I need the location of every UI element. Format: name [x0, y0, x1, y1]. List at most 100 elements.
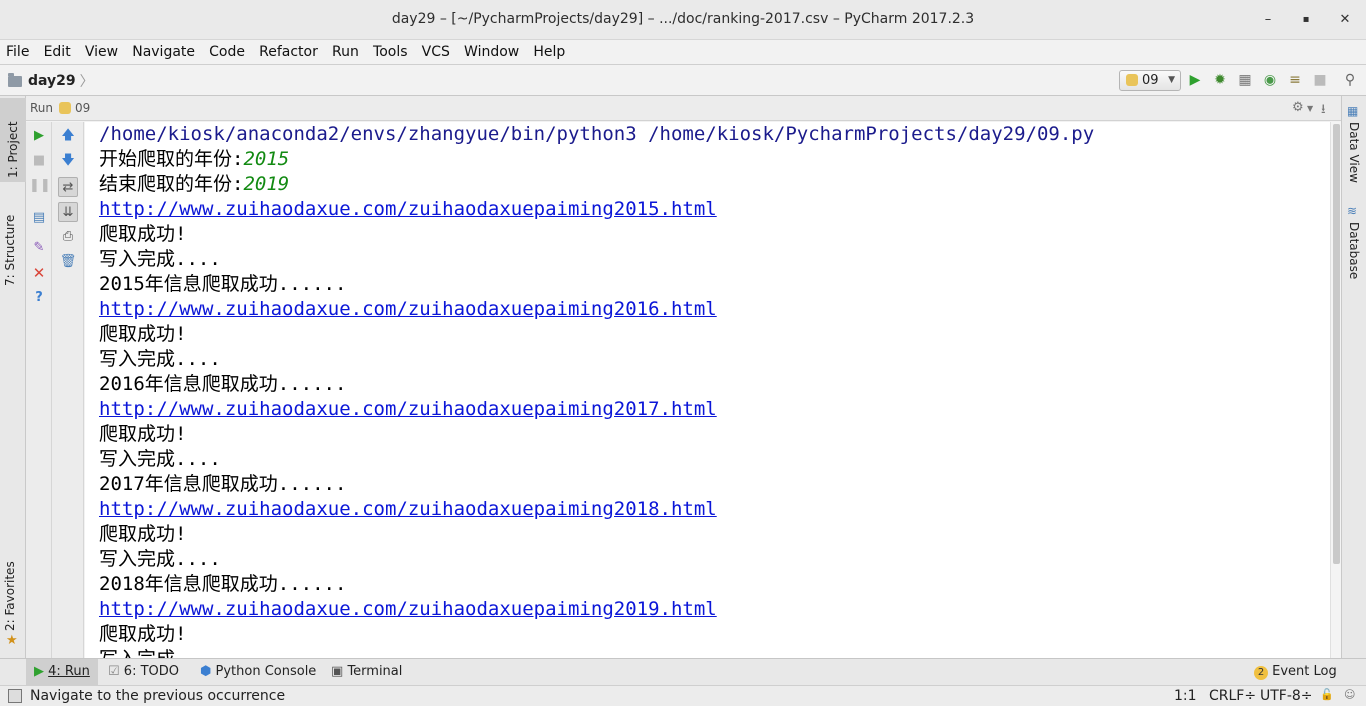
stop-icon[interactable]: ■ [29, 151, 49, 171]
console-scrollbar[interactable] [1330, 122, 1341, 658]
python-icon: ⬢ [200, 664, 212, 679]
user-input-value: 2015 [243, 148, 290, 170]
clear-all-icon[interactable]: 🗑 [58, 252, 78, 272]
pin-tab-icon[interactable]: ✎ [29, 238, 49, 258]
console-line: 写入完成.... [99, 248, 221, 270]
line-separator-select[interactable]: CRLF÷ [1209, 688, 1256, 704]
lock-icon[interactable]: 🔓 [1320, 688, 1334, 701]
star-icon: ★ [6, 633, 18, 648]
help-icon[interactable]: ? [29, 288, 49, 308]
status-message: Navigate to the previous occurrence [30, 688, 286, 704]
navigation-bar: day29 〉 09 ▼ [0, 65, 1366, 96]
tab-data-view[interactable]: Data View [1347, 122, 1361, 183]
inspector-icon[interactable]: ☺ [1344, 688, 1355, 701]
search-icon[interactable]: ⚲ [1340, 70, 1360, 90]
python-file-icon [1126, 74, 1138, 86]
console-line: 爬取成功! [99, 523, 187, 545]
console-line: 2016年信息爬取成功...... [99, 373, 347, 395]
console-line: 写入完成.... [99, 448, 221, 470]
down-arrow-icon[interactable]: 🡇 [58, 151, 78, 171]
print-icon[interactable]: ⎙ [58, 227, 78, 247]
scrollbar-thumb[interactable] [1333, 124, 1340, 564]
console-line: 2015年信息爬取成功...... [99, 273, 347, 295]
scroll-to-end-icon[interactable]: ⇊ [58, 202, 78, 222]
tab-todo[interactable]: ☑ 6: TODO [100, 659, 187, 685]
console-command-line: /home/kiosk/anaconda2/envs/zhangyue/bin/… [99, 123, 1095, 145]
tab-python-console[interactable]: ⬢ Python Console [192, 659, 324, 685]
menu-navigate[interactable]: Navigate [132, 40, 195, 65]
tab-structure[interactable]: 7: Structure [3, 196, 17, 286]
tab-terminal[interactable]: ▣ Terminal [323, 659, 410, 685]
close-run-icon[interactable]: ✕ [29, 263, 49, 283]
close-button[interactable]: ✕ [1335, 10, 1355, 30]
console-url-link[interactable]: http://www.zuihaodaxue.com/zuihaodaxuepa… [99, 497, 717, 522]
rerun-icon[interactable]: ▶ [29, 126, 49, 146]
python-file-icon [59, 102, 72, 114]
coverage-icon[interactable]: ▦ [1235, 70, 1255, 90]
data-view-icon: ▦ [1347, 104, 1359, 118]
concurrency-icon[interactable]: ≡ [1285, 70, 1305, 90]
user-input-value: 2019 [243, 173, 290, 195]
pause-icon[interactable]: ❚❚ [29, 176, 51, 196]
console-line: 爬取成功! [99, 623, 187, 645]
breadcrumb-separator-icon: 〉 [79, 74, 94, 90]
console-url-link[interactable]: http://www.zuihaodaxue.com/zuihaodaxuepa… [99, 597, 717, 622]
run-icon: ▶ [34, 664, 44, 679]
maximize-button[interactable]: ▪ [1296, 10, 1316, 30]
right-tool-strip: ▦ Data View ≋ Database [1341, 96, 1366, 658]
encoding-select[interactable]: UTF-8÷ [1260, 688, 1313, 704]
menu-refactor[interactable]: Refactor [259, 40, 318, 65]
run-configuration-select[interactable]: 09 ▼ [1119, 70, 1181, 91]
console-line: 结束爬取的年份:2019 [99, 173, 290, 195]
restore-layout-icon[interactable]: ▤ [29, 208, 49, 228]
console-line: 2018年信息爬取成功...... [99, 573, 347, 595]
caret-position[interactable]: 1:1 [1174, 688, 1197, 704]
run-icon[interactable]: ▶ [1185, 70, 1205, 90]
console-line: 爬取成功! [99, 423, 187, 445]
tab-event-log[interactable]: 2 Event Log [1246, 659, 1345, 685]
console-url-link[interactable]: http://www.zuihaodaxue.com/zuihaodaxuepa… [99, 197, 717, 222]
menu-code[interactable]: Code [209, 40, 245, 65]
tab-project[interactable]: 1: Project [0, 98, 26, 182]
soft-wrap-icon[interactable]: ⇄ [58, 177, 78, 197]
bottom-tool-tabs: ▶ 4: Run ☑ 6: TODO ⬢ Python Console ▣ Te… [0, 658, 1366, 685]
console-url-link[interactable]: http://www.zuihaodaxue.com/zuihaodaxuepa… [99, 397, 717, 422]
menu-bar: File Edit View Navigate Code Refactor Ru… [0, 40, 1366, 65]
menu-view[interactable]: View [85, 40, 118, 65]
menu-vcs[interactable]: VCS [422, 40, 450, 65]
terminal-icon: ▣ [331, 664, 344, 679]
window-titlebar: day29 – [~/PycharmProjects/day29] – .../… [0, 0, 1366, 40]
stop-icon[interactable]: ■ [1310, 70, 1330, 90]
tab-run[interactable]: ▶ 4: Run [26, 659, 98, 685]
profile-icon[interactable]: ◉ [1260, 70, 1280, 90]
menu-window[interactable]: Window [464, 40, 519, 65]
menu-run[interactable]: Run [332, 40, 359, 65]
menu-help[interactable]: Help [533, 40, 565, 65]
console-line: 2017年信息爬取成功...... [99, 473, 347, 495]
console-toolbar: 🡅 🡇 ⇄ ⇊ ⎙ 🗑 [52, 122, 84, 658]
menu-file[interactable]: File [6, 40, 29, 65]
tab-database[interactable]: Database [1347, 222, 1361, 279]
menu-edit[interactable]: Edit [44, 40, 71, 65]
breadcrumb[interactable]: day29 〉 [8, 71, 94, 91]
run-configuration-value: 09 [1142, 73, 1159, 88]
debug-icon[interactable]: ✹ [1210, 70, 1230, 90]
minimize-button[interactable]: – [1258, 10, 1278, 30]
menu-tools[interactable]: Tools [373, 40, 408, 65]
hide-panel-icon[interactable]: ⭳ [1321, 100, 1326, 122]
run-panel-header: Run 09 ⚙ ▼ ⭳ [26, 96, 1341, 121]
window-title: day29 – [~/PycharmProjects/day29] – .../… [391, 11, 975, 27]
status-bar: Navigate to the previous occurrence 1:1 … [0, 685, 1366, 706]
console-line: 爬取成功! [99, 323, 187, 345]
console-line: 开始爬取的年份:2015 [99, 148, 290, 170]
console-output[interactable]: /home/kiosk/anaconda2/envs/zhangyue/bin/… [85, 122, 1330, 658]
settings-gear-icon[interactable]: ⚙ [1292, 100, 1304, 115]
console-line: 写入完成.... [99, 548, 221, 570]
up-arrow-icon[interactable]: 🡅 [58, 126, 78, 146]
tool-windows-icon[interactable] [8, 689, 22, 703]
console-url-link[interactable]: http://www.zuihaodaxue.com/zuihaodaxuepa… [99, 297, 717, 322]
chevron-down-icon[interactable]: ▼ [1307, 104, 1313, 113]
breadcrumb-project[interactable]: day29 [28, 73, 76, 89]
run-toolbar: ▶ ■ ❚❚ ▤ ✎ ✕ ? [26, 122, 52, 658]
tab-favorites[interactable]: 2: Favorites [3, 551, 17, 631]
